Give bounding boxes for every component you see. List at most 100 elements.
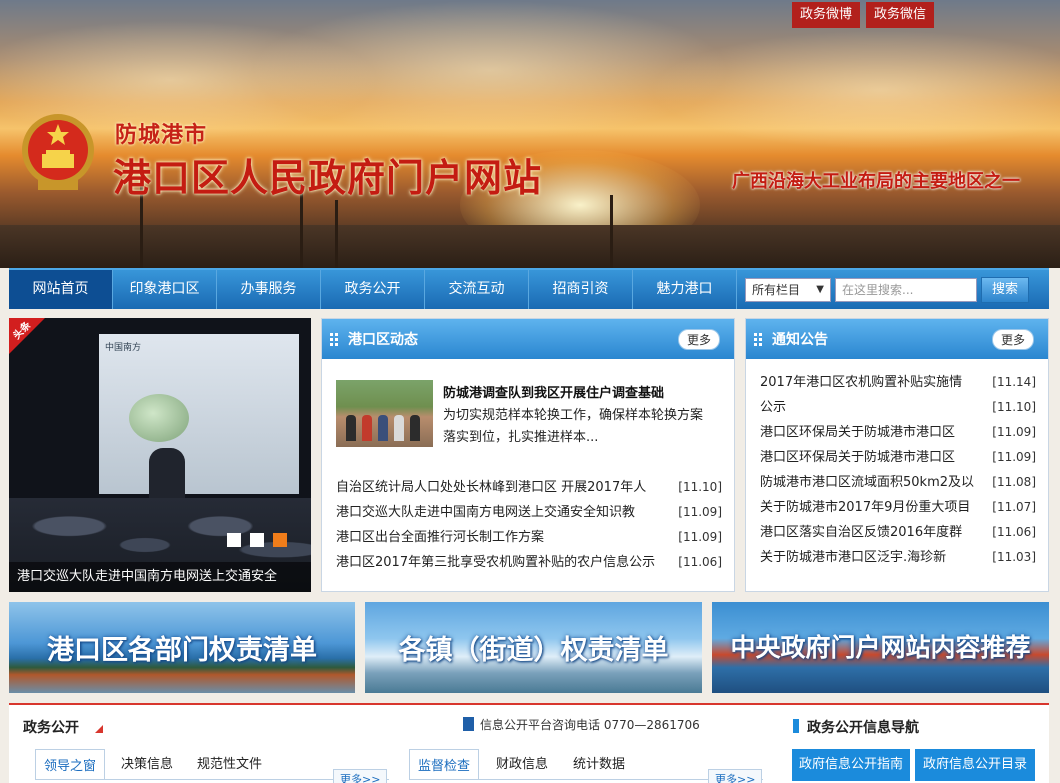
news-date: [11.10] [678,480,722,494]
tab-statistics[interactable]: 统计数据 [573,753,625,772]
notice-title[interactable]: 防城港市港口区流域面积50km2及以 [760,470,990,495]
notice-more-button[interactable]: 更多 [991,329,1034,350]
cloud [250,0,730,140]
slider-dot-active[interactable] [273,533,287,547]
site-slogan: 广西沿海大工业布局的主要地区之一 [732,171,1020,192]
slider-dots [227,533,287,547]
nav-item-interaction[interactable]: 交流互动 [425,270,529,309]
notice-title[interactable]: 关于防城港市2017年9月份重大项目 [760,495,990,520]
notice-title[interactable]: 港口区环保局关于防城港市港口区 [760,420,990,445]
banner-label: 各镇（街道）权责清单 [398,635,669,666]
notice-title[interactable]: 关于防城港市港口区泛宇.海珍新 [760,545,990,570]
town-duty-list-banner[interactable]: 各镇（街道）权责清单 [365,602,702,693]
nav-item-investment[interactable]: 招商引资 [529,270,633,309]
right-more-button[interactable]: 更多>> [708,769,763,783]
notice-date: [11.06] [992,525,1036,539]
nav-item-charm[interactable]: 魅力港口 [633,270,737,309]
wechat-link[interactable]: 政务微信 [866,2,935,28]
top-links: 政务微博 政务微信 [792,2,935,28]
disclosure-guide-button[interactable]: 政府信息公开指南 [792,749,910,781]
headline-slider[interactable]: 中国南方 头条 港口交巡大队走进中国南方电网送上交通安全 [9,318,311,592]
nav-item-gov-affairs[interactable]: 政务公开 [321,270,425,309]
cloud [650,30,1060,150]
chevron-down-icon: ▼ [816,283,824,295]
phone-icon [463,717,474,731]
tab-leaders[interactable]: 领导之窗 [35,749,106,779]
list-item[interactable]: 公示 [11.10] [760,395,1036,420]
grip-icon [330,332,338,346]
news-title[interactable]: 港口区2017年第三批享受农机购置补贴的农户信息公示 [336,550,666,575]
site-city: 防城港市 [115,122,208,148]
feature-news-summary: 为切实规范样本轮换工作，确保样本轮换方案落实到位，扎实推进样本... [443,408,704,445]
list-item[interactable]: 港口区2017年第三批享受农机购置补贴的农户信息公示 [11.06] [336,550,722,575]
notice-title[interactable]: 港口区环保局关于防城港市港口区 [760,445,990,470]
notice-panel-header: 通知公告 更多 [746,319,1048,359]
screen-logo: 中国南方 [105,343,142,353]
notice-date: [11.10] [992,400,1036,414]
gov-affairs-section: 政务公开 信息公开平台咨询电话 0770—2861706 领导之窗 决策信息 规… [9,703,1049,783]
list-item[interactable]: 港口区环保局关于防城港市港口区 [11.09] [760,445,1036,470]
notice-title[interactable]: 港口区落实自治区反馈2016年度群 [760,520,990,545]
disclosure-catalog-button[interactable]: 政府信息公开目录 [915,749,1035,781]
news-more-button[interactable]: 更多 [677,329,720,350]
pole [335,200,338,268]
list-item[interactable]: 2017年港口区农机购置补贴实施情 [11.14] [760,370,1036,395]
consult-phone: 信息公开平台咨询电话 0770—2861706 [463,716,700,733]
left-more-button[interactable]: 更多>> [333,769,388,783]
news-panel-title: 港口区动态 [348,332,418,348]
search-input[interactable]: 在这里搜索... [835,277,977,302]
tab-decisions[interactable]: 决策信息 [121,753,173,772]
slider-dot[interactable] [227,533,241,547]
header-banner: 政务微博 政务微信 防城港市 港口区人民政府门户网站 广西沿海大工业布局的主要地… [0,0,1060,268]
news-panel-header: 港口区动态 更多 [322,319,734,359]
shoreline [0,225,1060,268]
notice-title[interactable]: 2017年港口区农机购置补贴实施情 [760,370,990,395]
pie-graphic [129,394,189,442]
news-date: [11.09] [678,505,722,519]
banner-label: 中央政府门户网站内容推荐 [730,633,1031,662]
nav-item-home[interactable]: 网站首页 [9,270,113,309]
list-item[interactable]: 港口区环保局关于防城港市港口区 [11.09] [760,420,1036,445]
nav-item-impression[interactable]: 印象港口区 [113,270,217,309]
list-item[interactable]: 港口区出台全面推行河长制工作方案 [11.09] [336,525,722,550]
news-date: [11.06] [678,555,722,569]
news-title[interactable]: 港口区出台全面推行河长制工作方案 [336,525,666,550]
list-item[interactable]: 防城港市港口区流域面积50km2及以 [11.08] [760,470,1036,495]
list-item[interactable]: 港口交巡大队走进中国南方电网送上交通安全知识教 [11.09] [336,500,722,525]
weibo-link[interactable]: 政务微博 [792,2,861,28]
list-item[interactable]: 自治区统计局人口处处长林峰到港口区 开展2017年人 [11.10] [336,475,722,500]
slider-caption[interactable]: 港口交巡大队走进中国南方电网送上交通安全 [9,562,311,592]
slider-dot[interactable] [250,533,264,547]
consult-phone-text: 信息公开平台咨询电话 0770—2861706 [480,718,700,732]
pole [610,195,613,268]
guide-title: 政务公开信息导航 [793,717,919,737]
banner-label: 港口区各部门权责清单 [47,635,317,666]
notice-list: 2017年港口区农机购置补贴实施情 [11.14] 公示 [11.10] 港口区环保… [760,370,1036,570]
tab-supervision[interactable]: 监督检查 [409,749,480,779]
site-title: 港口区人民政府门户网站 [113,156,543,200]
list-item[interactable]: 关于防城港市港口区泛宇.海珍新 [11.03] [760,545,1036,570]
news-panel: 港口区动态 更多 防城港调查队到我区开展住户调查基础 为切实规范样本轮换工作，确… [321,318,735,592]
central-gov-recommend-banner[interactable]: 中央政府门户网站内容推荐 [712,602,1049,693]
search-button[interactable]: 搜索 [981,276,1029,303]
news-list: 自治区统计局人口处处长林峰到港口区 开展2017年人 [11.10] 港口交巡大队… [336,475,722,575]
tab-finance[interactable]: 财政信息 [496,753,548,772]
main-nav: 网站首页 印象港口区 办事服务 政务公开 交流互动 招商引资 魅力港口 所有栏目… [9,268,1049,309]
list-item[interactable]: 关于防城港市2017年9月份重大项目 [11.07] [760,495,1036,520]
notice-date: [11.14] [992,375,1036,389]
feature-news-image[interactable] [336,380,433,447]
notice-title[interactable]: 公示 [760,395,990,420]
news-title[interactable]: 港口交巡大队走进中国南方电网送上交通安全知识教 [336,500,666,525]
notice-date: [11.08] [992,475,1036,489]
news-title[interactable]: 自治区统计局人口处处长林峰到港口区 开展2017年人 [336,475,666,500]
news-date: [11.09] [678,530,722,544]
feature-news-title[interactable]: 防城港调查队到我区开展住户调查基础 [443,382,664,401]
notice-date: [11.09] [992,450,1036,464]
notice-date: [11.07] [992,500,1036,514]
tab-normative-docs[interactable]: 规范性文件 [197,753,262,772]
nav-item-services[interactable]: 办事服务 [217,270,321,309]
column-select[interactable]: 所有栏目 ▼ [745,277,831,302]
corner-marker-icon [95,725,103,733]
list-item[interactable]: 港口区落实自治区反馈2016年度群 [11.06] [760,520,1036,545]
dept-duty-list-banner[interactable]: 港口区各部门权责清单 [9,602,355,693]
